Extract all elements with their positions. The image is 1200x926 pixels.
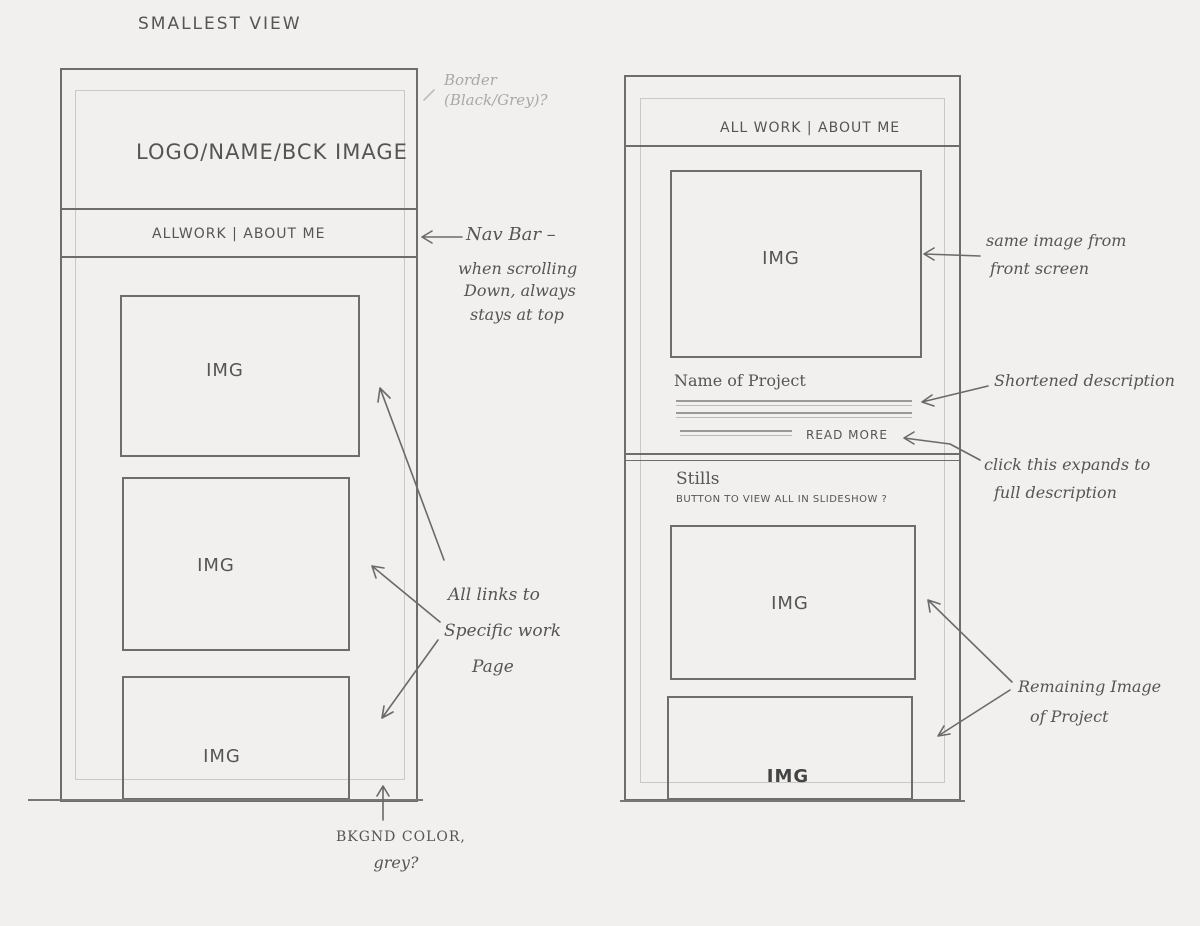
link-arrow-3 xyxy=(381,639,439,719)
annotation-arrows xyxy=(371,89,1013,821)
link-arrow-2 xyxy=(371,565,441,623)
read-more-arrow xyxy=(903,431,981,461)
border-arrow xyxy=(423,89,435,101)
shortened-arrow xyxy=(921,385,989,407)
bkgnd-arrow xyxy=(376,785,390,821)
navbar-arrow xyxy=(421,230,463,244)
remaining-arrow-2 xyxy=(937,689,1011,737)
link-arrow-1 xyxy=(377,387,445,561)
same-image-arrow xyxy=(923,247,981,261)
remaining-arrow-1 xyxy=(927,599,1013,683)
